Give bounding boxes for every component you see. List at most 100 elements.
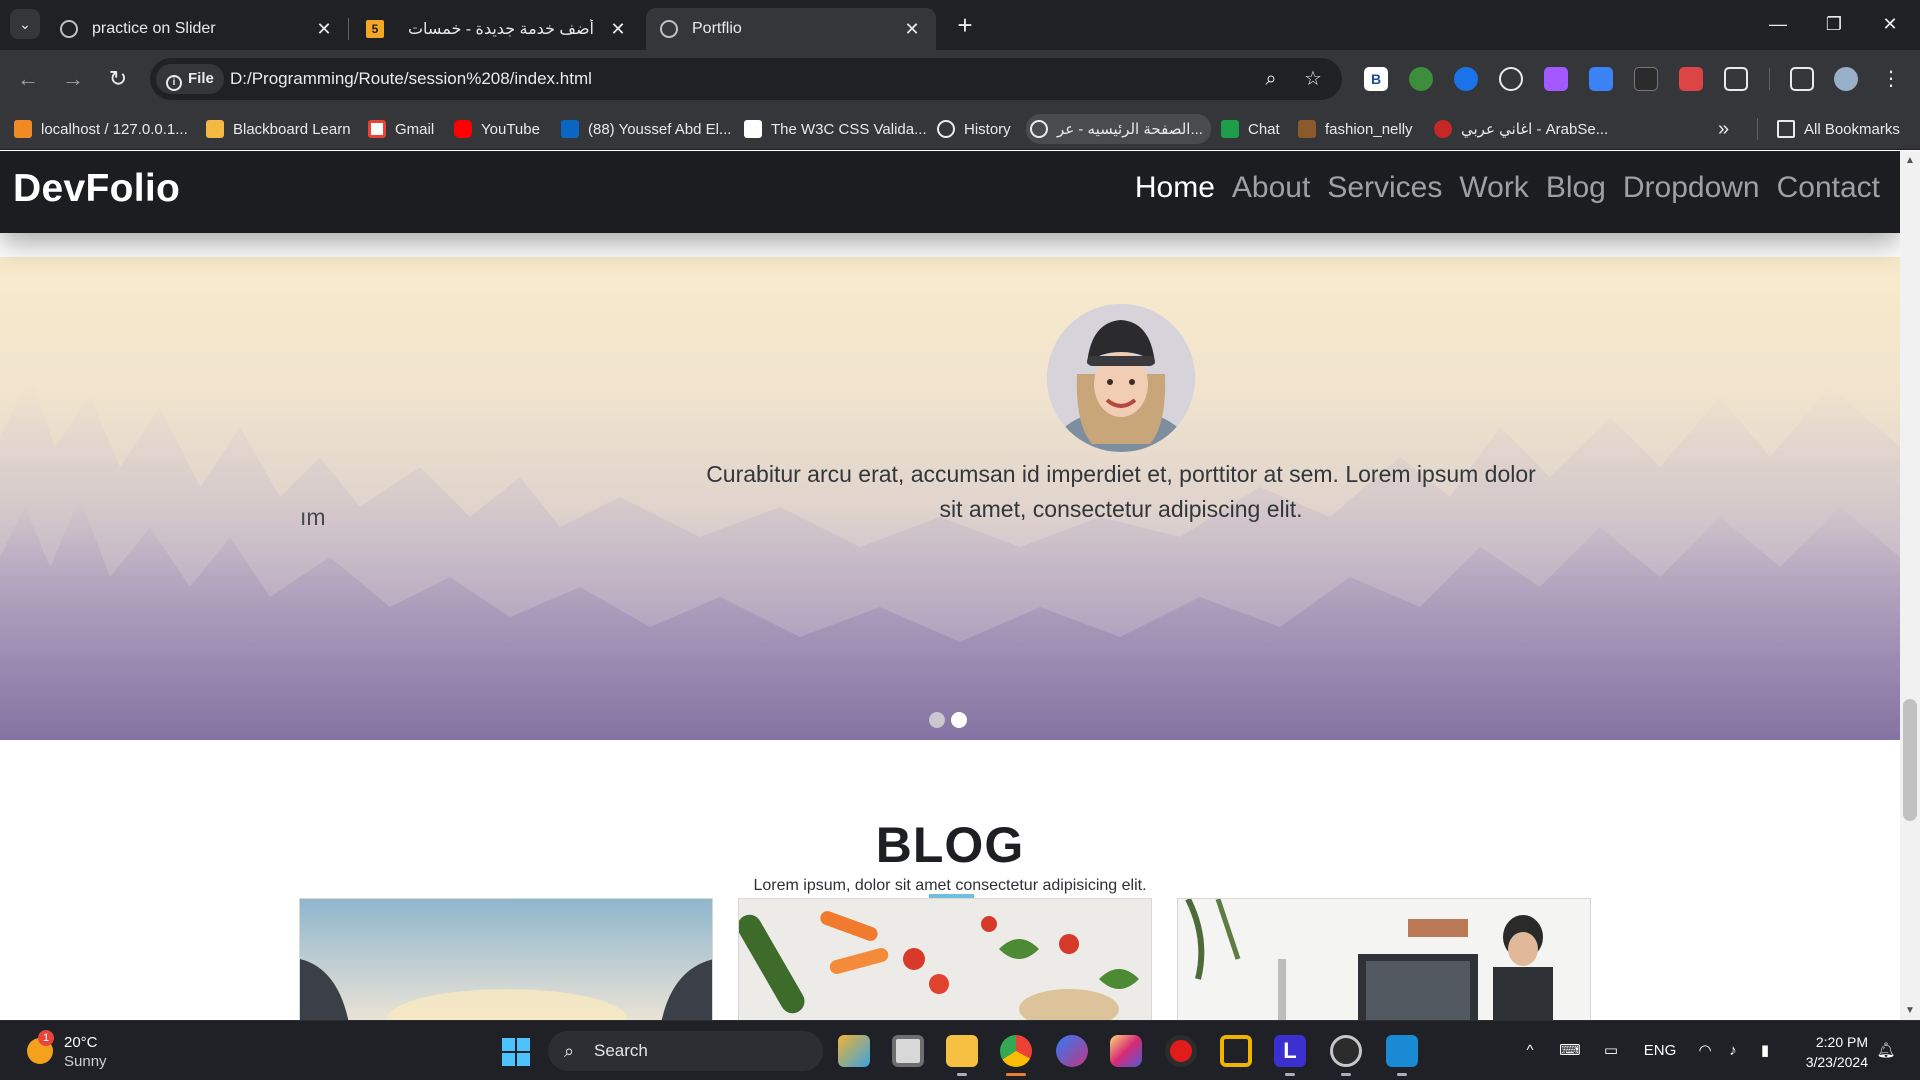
tab-practice-on-slider[interactable]: practice on Slider ✕ [46, 8, 348, 50]
extension-color-icon[interactable] [1544, 67, 1568, 91]
windows-taskbar: 1 20°C Sunny ⌕ Search L ^ ⌨ ▭ ENG ◠ ♪ ▮ 2… [0, 1020, 1920, 1080]
bookmarks-overflow-button[interactable]: » [1718, 108, 1729, 150]
site-logo[interactable]: DevFolio [13, 167, 180, 211]
recorder-icon[interactable] [1165, 1035, 1197, 1067]
messenger-icon[interactable] [1056, 1035, 1088, 1067]
nav-services[interactable]: Services [1327, 171, 1442, 205]
close-tab-icon[interactable]: ✕ [608, 19, 628, 40]
profile-avatar[interactable] [1834, 67, 1858, 91]
nav-blog[interactable]: Blog [1546, 171, 1606, 205]
tool-icon[interactable] [1220, 1035, 1252, 1067]
wifi-icon[interactable]: ◠ [1694, 1021, 1716, 1080]
address-bar[interactable]: i File D:/Programming/Route/session%208/i… [150, 58, 1342, 100]
zoom-icon[interactable]: ⌕ [1258, 66, 1284, 92]
weather-temperature[interactable]: 20°C [64, 1034, 98, 1051]
volume-icon[interactable]: ♪ [1722, 1021, 1744, 1080]
extensions-puzzle-icon[interactable] [1724, 67, 1748, 91]
previous-slide-fragment: ım [300, 504, 326, 530]
notification-bell-icon[interactable]: 🔔︎ [1874, 1021, 1898, 1080]
extension-shazam-icon[interactable] [1454, 67, 1478, 91]
bookmarks-bar: localhost / 127.0.0.1... Blackboard Lear… [0, 108, 1920, 150]
copilot-icon[interactable] [838, 1035, 870, 1067]
running-indicator [957, 1073, 967, 1076]
back-icon[interactable]: ← [13, 64, 43, 94]
nav-dropdown[interactable]: Dropdown [1623, 171, 1760, 205]
blog-subtitle: Lorem ipsum, dolor sit amet consectetur … [753, 877, 1147, 894]
blog-card-image-food[interactable] [738, 898, 1152, 1020]
vscode-icon[interactable] [1386, 1035, 1418, 1067]
slider-dot[interactable] [929, 712, 945, 728]
l-app-icon[interactable]: L [1274, 1035, 1306, 1067]
system-clock[interactable]: 2:20 PM 3/23/2024 [1796, 1032, 1868, 1072]
close-window-button[interactable]: ✕ [1862, 8, 1918, 40]
tab-search-button[interactable]: ⌄ [10, 9, 40, 39]
bookmark-gmail[interactable]: Gmail [368, 108, 434, 150]
tab-khamsat[interactable]: 5 أضف خدمة جديدة - خمسات ✕ [352, 8, 642, 50]
extension-earth-icon[interactable] [1409, 67, 1433, 91]
file-explorer-icon[interactable] [946, 1035, 978, 1067]
new-tab-button[interactable]: + [950, 10, 980, 40]
reload-icon[interactable]: ↻ [103, 64, 133, 94]
task-view-icon[interactable] [892, 1035, 924, 1067]
extension-react-icon[interactable] [1499, 67, 1523, 91]
bookmark-arabic-home[interactable]: الصفحة الرئيسيه - عر... [1026, 114, 1211, 144]
testimonial-slider: Curabitur arcu erat, accumsan id imperdi… [0, 257, 1900, 740]
browser-menu-icon[interactable]: ⋮ [1879, 67, 1903, 91]
close-tab-icon[interactable]: ✕ [902, 19, 922, 40]
bookmark-arabseed[interactable]: اغاني عربي - ArabSe... [1434, 108, 1608, 150]
w3c-icon [744, 120, 762, 138]
slider-dot-active[interactable] [951, 712, 967, 728]
bookmark-w3c[interactable]: The W3C CSS Valida... [744, 108, 927, 150]
windows-start-icon[interactable] [502, 1038, 530, 1066]
display-icon[interactable]: ▭ [1598, 1021, 1624, 1080]
search-placeholder: Search [594, 1041, 648, 1060]
url-text[interactable]: D:/Programming/Route/session%208/index.h… [230, 58, 592, 100]
blog-card-image-car[interactable] [299, 898, 713, 1020]
gmail-icon [368, 120, 386, 138]
all-bookmarks-button[interactable]: All Bookmarks [1777, 108, 1900, 150]
taskbar-search[interactable]: ⌕ Search [548, 1031, 823, 1071]
language-indicator[interactable]: ENG [1640, 1021, 1680, 1080]
extension-b-icon[interactable]: B [1364, 67, 1388, 91]
bookmark-star-icon[interactable]: ☆ [1300, 66, 1326, 92]
active-indicator [1006, 1073, 1026, 1076]
scroll-thumb[interactable] [1903, 699, 1917, 821]
nav-contact[interactable]: Contact [1777, 171, 1880, 205]
linkedin-icon [561, 120, 579, 138]
extension-cursor-icon[interactable] [1634, 67, 1658, 91]
chrome-icon[interactable] [1000, 1035, 1032, 1067]
scroll-down-icon[interactable]: ▼ [1904, 1005, 1916, 1016]
keyboard-icon[interactable]: ⌨ [1556, 1021, 1584, 1080]
bookmark-youtube[interactable]: YouTube [454, 108, 540, 150]
scroll-up-icon[interactable]: ▲ [1904, 155, 1916, 166]
bookmark-label: The W3C CSS Valida... [771, 120, 927, 138]
bookmark-linkedin[interactable]: (88) Youssef Abd El... [561, 108, 731, 150]
weather-description[interactable]: Sunny [64, 1053, 107, 1070]
site-info-chip[interactable]: i File [156, 64, 224, 94]
toolbar-divider [1769, 68, 1770, 90]
nav-work[interactable]: Work [1459, 171, 1528, 205]
restore-button[interactable]: ❐ [1806, 8, 1862, 40]
history-icon [937, 120, 955, 138]
bookmark-chat[interactable]: Chat [1221, 108, 1280, 150]
forward-icon[interactable]: → [58, 64, 88, 94]
blog-card-image-office[interactable] [1177, 898, 1591, 1020]
chevron-up-icon[interactable]: ^ [1518, 1021, 1542, 1080]
page-scrollbar[interactable]: ▲ ▼ [1900, 151, 1920, 1020]
bookmark-fashion-nelly[interactable]: fashion_nelly [1298, 108, 1413, 150]
battery-icon[interactable]: ▮ [1752, 1021, 1778, 1080]
bookmark-localhost[interactable]: localhost / 127.0.0.1... [14, 108, 188, 150]
side-panel-icon[interactable] [1790, 67, 1814, 91]
tab-portflio[interactable]: Portflio ✕ [646, 8, 936, 50]
extension-grid-icon[interactable] [1679, 67, 1703, 91]
media-player-icon[interactable] [1330, 1035, 1362, 1067]
close-tab-icon[interactable]: ✕ [314, 19, 334, 40]
bookmark-history[interactable]: History [937, 108, 1011, 150]
nav-home[interactable]: Home [1135, 171, 1215, 205]
bookmark-label: All Bookmarks [1804, 120, 1900, 138]
download-icon[interactable] [1589, 67, 1613, 91]
instagram-icon[interactable] [1110, 1035, 1142, 1067]
minimize-button[interactable]: — [1750, 8, 1806, 40]
bookmark-blackboard[interactable]: Blackboard Learn [206, 108, 351, 150]
nav-about[interactable]: About [1232, 171, 1310, 205]
